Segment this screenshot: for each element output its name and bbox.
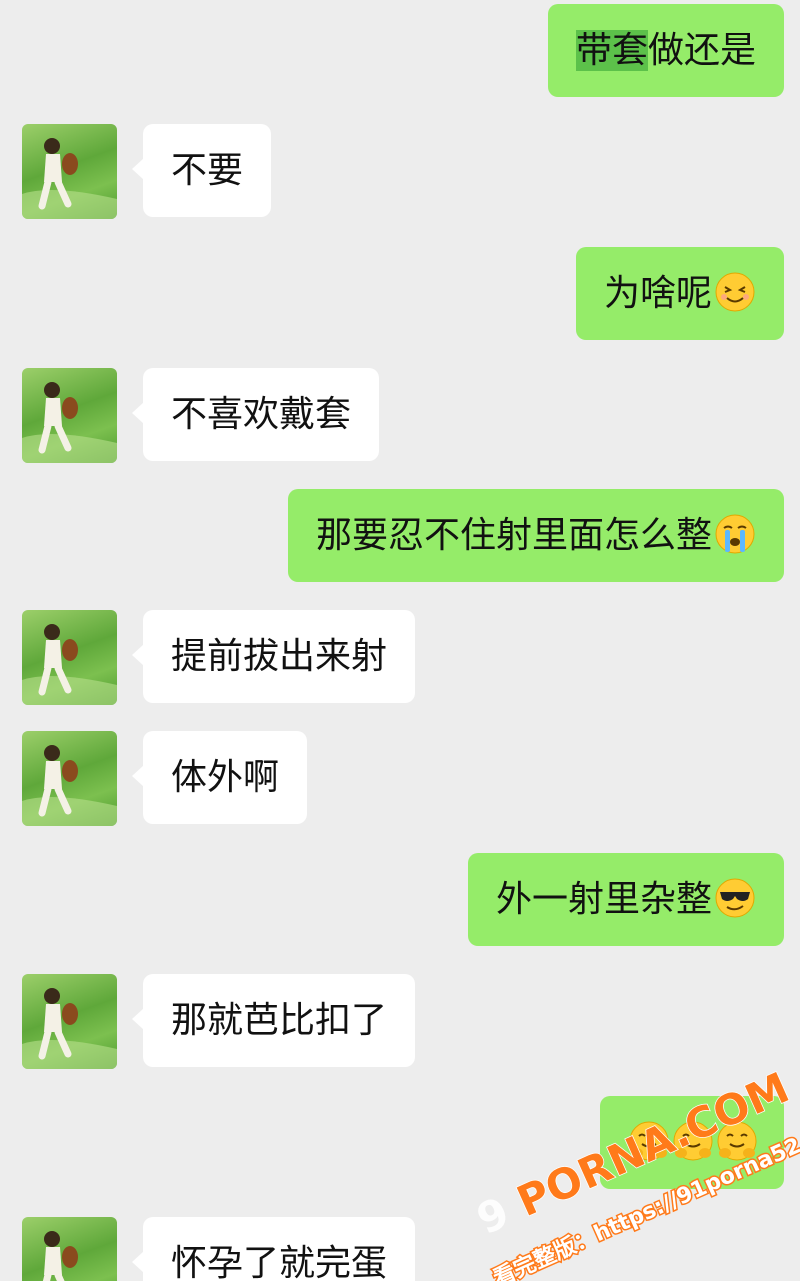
contact-avatar[interactable] [22,974,117,1069]
crying-emoji-icon [715,514,755,554]
incoming-message-bubble[interactable]: 提前拔出来射 [131,610,416,703]
outgoing-message-bubble[interactable]: 带套做还是 [547,4,784,97]
incoming-message-bubble[interactable]: 那就芭比扣了 [131,974,416,1067]
running-man-avatar-image [22,745,117,826]
message-text: 那要忍不住射里面怎么整 [315,515,712,556]
outgoing-message-bubble[interactable] [600,1096,784,1189]
hug-emoji-icon [629,1121,669,1161]
message-text: 做还是 [647,30,756,71]
message-text: 那就芭比扣了 [171,1000,388,1041]
contact-avatar[interactable] [22,368,117,463]
outgoing-message-bubble[interactable]: 外一射里杂整 [467,853,784,946]
outgoing-message-bubble[interactable]: 那要忍不住射里面怎么整 [287,489,784,582]
incoming-message-bubble[interactable]: 不喜欢戴套 [131,368,380,461]
running-man-avatar-image [22,624,117,705]
running-man-avatar-image [22,988,117,1069]
running-man-avatar-image [22,382,117,463]
message-text: 不喜欢戴套 [171,394,352,435]
chat-window: 带套做还是 不要 为啥呢 不喜欢戴套 那要忍不住射里面怎么整 提前拔出来射 体外… [0,0,800,1281]
message-text: 提前拔出来射 [171,636,388,677]
message-text: 不要 [171,150,244,191]
incoming-message-bubble[interactable]: 体外啊 [131,731,308,824]
contact-avatar[interactable] [22,124,117,219]
message-text: 为啥呢 [603,273,712,314]
running-man-avatar-image [22,138,117,219]
grimace-smile-emoji-icon [715,272,755,312]
highlighted-text: 带套 [575,30,648,71]
incoming-message-bubble[interactable]: 不要 [131,124,272,217]
contact-avatar[interactable] [22,1217,117,1281]
watermark-logo-prefix: 9 [470,1187,516,1244]
contact-avatar[interactable] [22,610,117,705]
outgoing-message-bubble[interactable]: 为啥呢 [575,247,784,340]
incoming-message-bubble[interactable]: 怀孕了就完蛋 [131,1217,416,1281]
message-text: 体外啊 [171,757,280,798]
contact-avatar[interactable] [22,731,117,826]
running-man-avatar-image [42,1231,78,1281]
hug-emoji-icon [673,1121,713,1161]
message-text: 怀孕了就完蛋 [171,1243,388,1281]
sunglasses-emoji-icon [715,878,755,918]
hug-emoji-icon [717,1121,757,1161]
message-text: 外一射里杂整 [495,879,712,920]
